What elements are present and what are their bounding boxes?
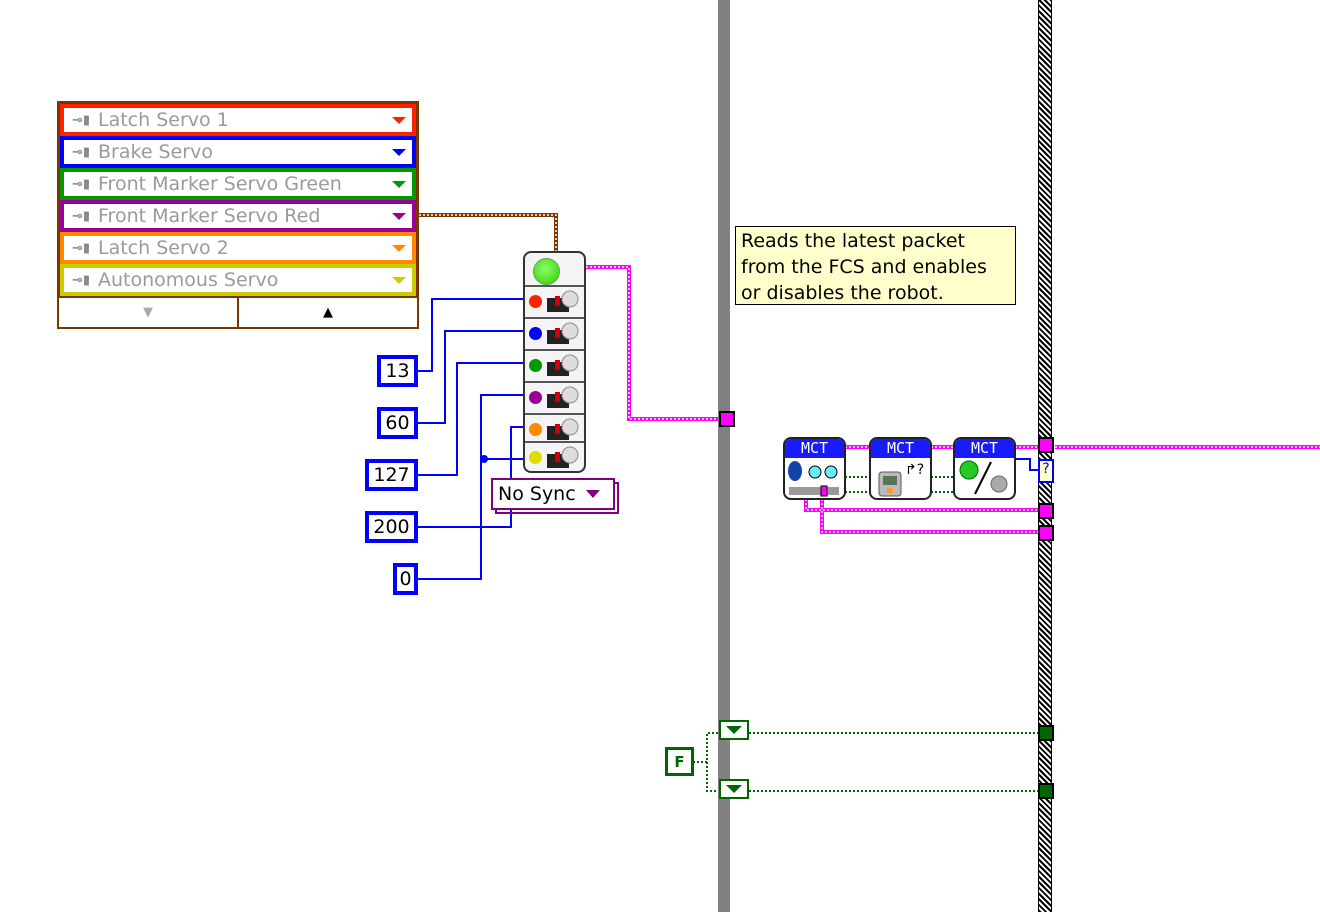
servo-item-front-marker-red[interactable]: ⊸▮ Front Marker Servo Red bbox=[60, 200, 416, 232]
servo-label: Front Marker Servo Green bbox=[98, 173, 342, 195]
while-loop-border bbox=[1038, 0, 1052, 912]
nxt-brick-icon: ↱? bbox=[878, 462, 924, 497]
sequence-frame-border bbox=[718, 0, 730, 912]
servo-item-brake-servo[interactable]: ⊸▮ Brake Servo bbox=[60, 136, 416, 168]
enable-disable-icon bbox=[959, 460, 1008, 495]
scroll-up-button[interactable]: ▲ bbox=[237, 298, 417, 327]
bool-tunnel-in[interactable] bbox=[719, 779, 749, 799]
cluster-tunnel[interactable] bbox=[1038, 525, 1054, 541]
svg-text:↱?: ↱? bbox=[905, 462, 924, 478]
chevron-down-icon: ▼ bbox=[143, 305, 153, 320]
sync-mode-value: No Sync bbox=[498, 483, 576, 505]
mct-nxt-status-node[interactable]: MCT ↱? bbox=[869, 437, 932, 500]
plug-icon: ⊸▮ bbox=[71, 144, 91, 160]
servo-item-latch-servo-1[interactable]: ⊸▮ Latch Servo 1 bbox=[60, 104, 416, 136]
plug-icon: ⊸▮ bbox=[71, 240, 91, 256]
mct-label: MCT bbox=[871, 439, 930, 458]
mct-label: MCT bbox=[785, 439, 844, 458]
servo-label: Autonomous Servo bbox=[98, 269, 279, 291]
servo-motor-icon bbox=[547, 386, 579, 408]
array-scroll-buttons: ▼ ▲ bbox=[57, 298, 419, 329]
dropdown-arrow-icon bbox=[585, 490, 600, 498]
servo-item-latch-servo-2[interactable]: ⊸▮ Latch Servo 2 bbox=[60, 232, 416, 264]
servo-motor-icon bbox=[547, 290, 579, 312]
dropdown-arrow-icon[interactable] bbox=[392, 212, 406, 220]
dropdown-arrow-icon[interactable] bbox=[392, 276, 406, 284]
servo-item-autonomous-servo[interactable]: ⊸▮ Autonomous Servo bbox=[60, 264, 416, 296]
scroll-down-button[interactable]: ▼ bbox=[59, 298, 237, 327]
cluster-tunnel[interactable] bbox=[719, 411, 735, 427]
plug-icon: ⊸▮ bbox=[71, 112, 91, 128]
plug-icon: ⊸▮ bbox=[71, 176, 91, 192]
plug-icon: ⊸▮ bbox=[71, 208, 91, 224]
servo-motor-icon bbox=[547, 446, 579, 468]
servo-label: Latch Servo 1 bbox=[98, 109, 229, 131]
comment-label: Reads the latest packet from the FCS and… bbox=[735, 226, 1016, 305]
servo-wire bbox=[419, 213, 558, 252]
servo-array-control[interactable]: ⊸▮ Latch Servo 1 ⊸▮ Brake Servo ⊸▮ Front Ma… bbox=[57, 101, 419, 299]
false-constant[interactable]: F bbox=[665, 747, 694, 776]
mct-read-packet-node[interactable]: MCT bbox=[783, 437, 846, 500]
servo-motor-icon bbox=[547, 354, 579, 376]
plug-icon: ⊸▮ bbox=[71, 272, 91, 288]
bool-wires bbox=[693, 476, 1040, 792]
bluetooth-glasses-icon bbox=[788, 461, 839, 497]
servo-set-node[interactable] bbox=[523, 251, 586, 473]
constant-127[interactable]: 127 bbox=[365, 459, 418, 491]
chevron-down-icon bbox=[726, 785, 742, 793]
question-indicator[interactable]: ? bbox=[1038, 459, 1054, 483]
servo-motor-icon bbox=[547, 418, 579, 440]
dropdown-arrow-icon[interactable] bbox=[392, 244, 406, 252]
cluster-tunnel[interactable] bbox=[1038, 503, 1054, 519]
dropdown-arrow-icon[interactable] bbox=[392, 116, 406, 124]
mct-label: MCT bbox=[955, 439, 1014, 458]
servo-label: Front Marker Servo Red bbox=[98, 205, 321, 227]
chevron-down-icon bbox=[726, 726, 742, 734]
chevron-up-icon: ▲ bbox=[323, 305, 333, 320]
servo-label: Brake Servo bbox=[98, 141, 213, 163]
bool-tunnel[interactable] bbox=[1038, 725, 1054, 741]
servo-motor-icon bbox=[547, 322, 579, 344]
bool-tunnel-in[interactable] bbox=[719, 720, 749, 740]
status-led-icon bbox=[533, 258, 560, 285]
bool-tunnel[interactable] bbox=[1038, 783, 1054, 799]
wire-junction bbox=[480, 455, 488, 463]
dropdown-arrow-icon[interactable] bbox=[392, 180, 406, 188]
mct-enable-disable-node[interactable]: MCT bbox=[953, 437, 1016, 500]
constant-0[interactable]: 0 bbox=[393, 563, 418, 595]
sync-mode-ring[interactable]: No Sync bbox=[491, 478, 615, 510]
servo-label: Latch Servo 2 bbox=[98, 237, 229, 259]
constant-200[interactable]: 200 bbox=[365, 511, 418, 543]
dropdown-arrow-icon[interactable] bbox=[392, 148, 406, 156]
constant-13[interactable]: 13 bbox=[377, 355, 418, 387]
constant-60[interactable]: 60 bbox=[377, 407, 418, 439]
servo-item-front-marker-green[interactable]: ⊸▮ Front Marker Servo Green bbox=[60, 168, 416, 200]
cluster-shift-register[interactable] bbox=[1038, 437, 1054, 453]
